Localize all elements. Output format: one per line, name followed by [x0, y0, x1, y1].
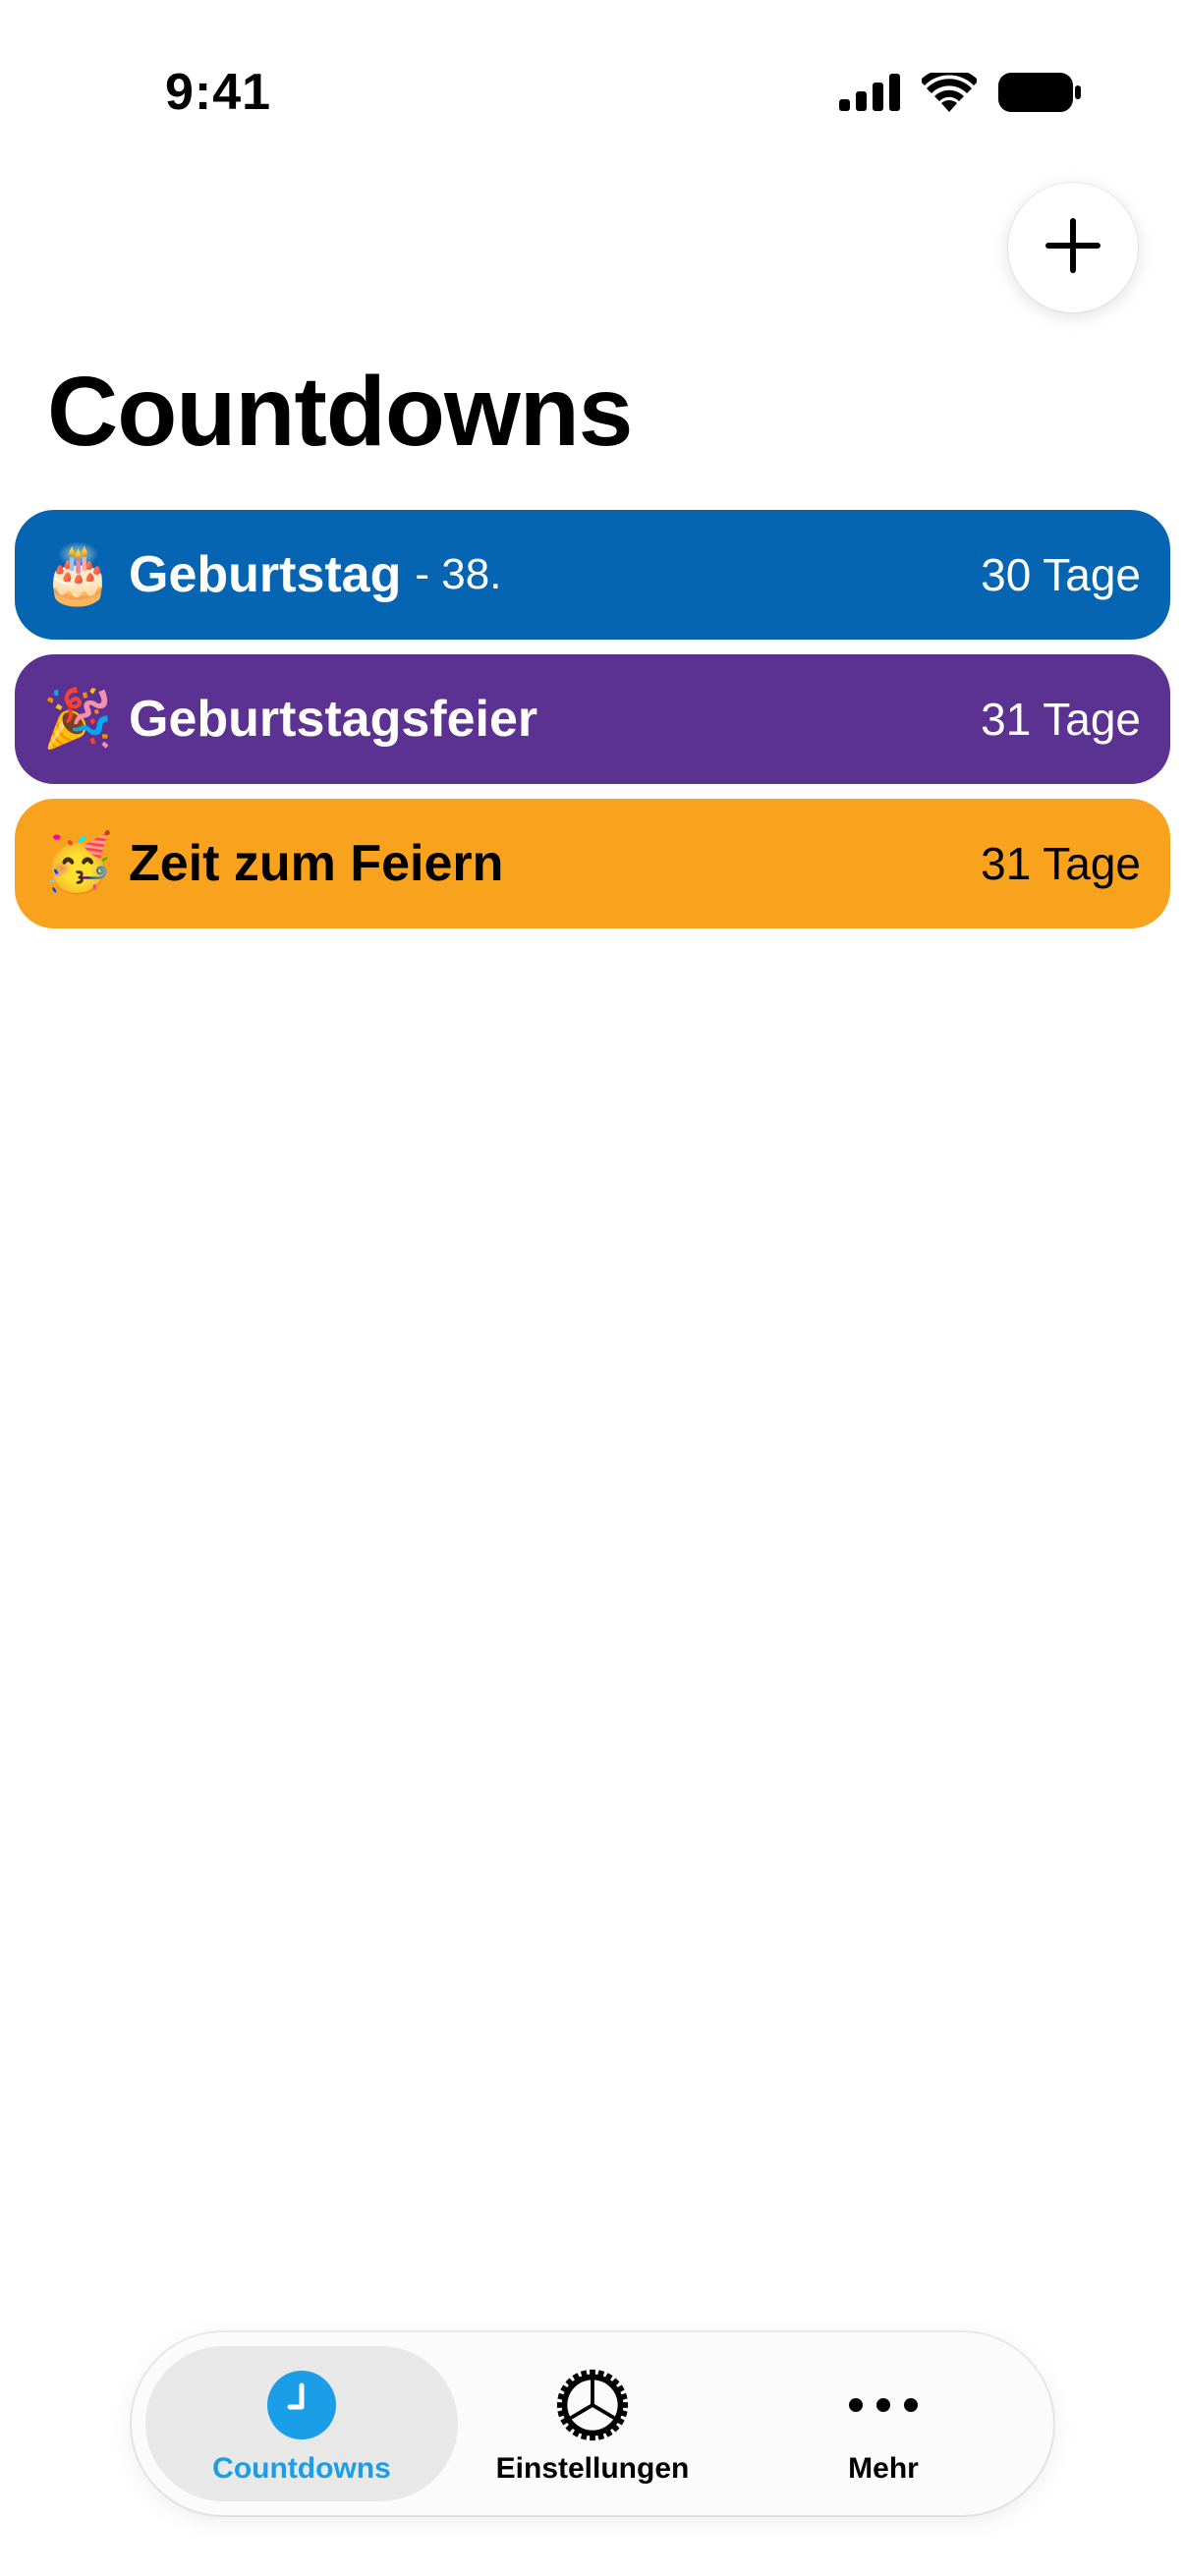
countdown-list: 🎂 Geburtstag - 38. 30 Tage 🎉 Geburtstags… — [15, 510, 1170, 943]
tab-einstellungen[interactable]: Einstellungen — [436, 2346, 749, 2501]
status-time: 9:41 — [165, 64, 272, 121]
countdown-item-geburtstag[interactable]: 🎂 Geburtstag - 38. 30 Tage — [15, 510, 1170, 640]
page-title: Countdowns — [47, 357, 633, 467]
countdown-item-geburtstagsfeier[interactable]: 🎉 Geburtstagsfeier 31 Tage — [15, 654, 1170, 784]
countdown-title: Geburtstagsfeier — [129, 691, 538, 748]
party-popper-icon: 🎉 — [42, 687, 114, 751]
battery-icon — [998, 73, 1081, 117]
cellular-signal-icon — [839, 74, 900, 116]
tab-bar: Countdowns Einstellungen Mehr — [132, 2332, 1053, 2515]
status-icons — [839, 68, 1081, 117]
tab-mehr[interactable]: Mehr — [727, 2346, 1040, 2501]
countdown-days: 30 Tage — [981, 549, 1141, 600]
tab-countdowns[interactable]: Countdowns — [145, 2346, 458, 2501]
more-icon — [846, 2368, 921, 2442]
plus-icon — [1045, 217, 1100, 278]
add-countdown-button[interactable] — [1008, 183, 1138, 312]
countdown-title: Zeit zum Feiern — [129, 835, 504, 892]
countdown-subtitle: - 38. — [415, 550, 502, 598]
wifi-icon — [920, 68, 979, 117]
tab-label: Countdowns — [212, 2452, 391, 2485]
countdown-days: 31 Tage — [981, 838, 1141, 889]
gear-icon — [555, 2368, 630, 2442]
birthday-cake-icon: 🎂 — [42, 542, 114, 606]
tab-label: Mehr — [848, 2452, 919, 2485]
clock-icon — [264, 2368, 339, 2442]
countdown-item-zeit-zum-feiern[interactable]: 🥳 Zeit zum Feiern 31 Tage — [15, 799, 1170, 928]
tab-label: Einstellungen — [495, 2452, 690, 2485]
partying-face-icon: 🥳 — [42, 831, 114, 895]
countdown-title: Geburtstag — [129, 546, 402, 603]
status-bar: 9:41 — [0, 0, 1185, 196]
countdown-days: 31 Tage — [981, 694, 1141, 745]
